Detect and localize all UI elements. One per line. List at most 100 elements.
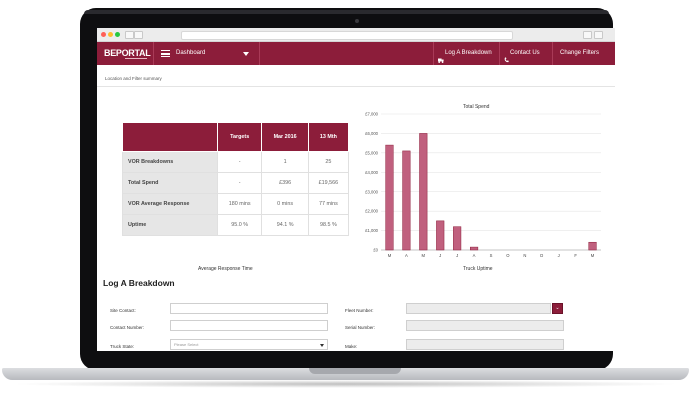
nav-divider (433, 42, 434, 65)
menu-icon-bar (161, 53, 170, 55)
truck-state-select[interactable]: Please Select (170, 339, 328, 350)
total-spend-chart: £0 £1,000 £2,000 £3,000 £4,000 £5,000 £6,000 £7… (365, 112, 601, 258)
serial-number-label: Serial Number: (345, 325, 376, 330)
target-cell: - (216, 151, 263, 173)
month-cell: 1 (261, 151, 309, 173)
browser-chrome (97, 28, 615, 42)
log-breakdown-link[interactable]: Log A Breakdown (445, 50, 492, 56)
y-tick-label: £3,000 (365, 189, 378, 194)
site-contact-input[interactable] (170, 303, 328, 314)
fleet-number-label: Fleet Number: (345, 308, 374, 313)
back-button[interactable] (125, 31, 134, 39)
target-cell: 180 mins (216, 193, 263, 215)
site-contact-label: Site Contact: (110, 308, 136, 313)
table-row: VOR Average Response 180 mins 0 mins 77 … (122, 193, 350, 215)
laptop-shadow (10, 380, 681, 388)
x-tick-label: M (591, 253, 595, 258)
app-logo[interactable]: BEPORTAL (104, 48, 151, 58)
y-tick-label: £7,000 (365, 112, 378, 117)
laptop-screen: BEPORTAL Dashboard Log A Breakdown Conta… (97, 28, 615, 351)
window-close-button[interactable] (101, 32, 106, 37)
y-tick-label: £6,000 (365, 131, 378, 136)
table-header-row: Targets Mar 2016 13 Mth (122, 122, 350, 152)
month-cell: £396 (261, 172, 309, 194)
x-tick-label: D (540, 253, 543, 258)
address-bar[interactable] (181, 31, 513, 40)
year-cell: £19,566 (307, 172, 350, 194)
x-tick-label: A (405, 253, 408, 258)
y-tick-label: £4,000 (365, 170, 378, 175)
bar (588, 241, 597, 251)
y-tick-label: £0 (373, 248, 378, 253)
x-tick-label: O (506, 253, 510, 258)
bar (419, 133, 428, 251)
year-cell: 77 mins (307, 193, 350, 215)
target-cell: 95.0 % (216, 214, 263, 236)
x-tick-label: A (473, 253, 476, 258)
phone-icon (504, 50, 509, 63)
row-label: VOR Average Response (122, 193, 218, 215)
window-minimize-button[interactable] (108, 32, 113, 37)
x-tick-label: J (558, 253, 560, 258)
make-field[interactable] (406, 339, 564, 350)
x-tick-label: J (456, 253, 458, 258)
bar (402, 150, 411, 251)
filter-summary-breadcrumb[interactable]: Location and Filter summary (105, 76, 162, 81)
truck-state-label: Truck State: (110, 344, 135, 349)
divider (97, 86, 615, 87)
header-13-month: 13 Mth (307, 122, 350, 152)
x-tick-label: F (574, 253, 577, 258)
fleet-number-dropdown-button[interactable]: ⌄ (552, 303, 563, 314)
bar (436, 220, 445, 251)
avg-response-title: Average Response Time (198, 266, 253, 272)
window-maximize-button[interactable] (115, 32, 120, 37)
contact-number-input[interactable] (170, 320, 328, 331)
table-row: VOR Breakdowns - 1 25 (122, 151, 350, 173)
y-tick-label: £5,000 (365, 150, 378, 155)
nav-divider (153, 42, 154, 65)
tabs-button[interactable] (594, 31, 603, 39)
row-label: Uptime (122, 214, 218, 236)
bar (470, 246, 479, 251)
chevron-down-icon: ⌄ (555, 305, 560, 311)
laptop-base-notch (309, 368, 401, 374)
header-targets: Targets (216, 122, 263, 152)
laptop-lid-highlight (84, 10, 609, 14)
y-tick-label: £1,000 (365, 228, 378, 233)
x-tick-label: J (439, 253, 441, 258)
x-tick-label: M (422, 253, 426, 258)
row-label: Total Spend (122, 172, 218, 194)
nav-divider (499, 42, 500, 65)
dashboard-dropdown-icon[interactable] (243, 52, 249, 56)
year-cell: 98.5 % (307, 214, 350, 236)
table-row: Total Spend - £396 £19,566 (122, 172, 350, 194)
target-cell: - (216, 172, 263, 194)
share-button[interactable] (583, 31, 592, 39)
fleet-number-select[interactable] (406, 303, 551, 314)
chevron-down-icon (320, 344, 324, 347)
y-tick-label: £2,000 (365, 209, 378, 214)
dashboard-link[interactable]: Dashboard (176, 50, 205, 56)
x-tick-label: M (388, 253, 392, 258)
table-row: Uptime 95.0 % 94.1 % 98.5 % (122, 214, 350, 236)
month-cell: 94.1 % (261, 214, 309, 236)
bar (453, 226, 462, 251)
row-label: VOR Breakdowns (122, 151, 218, 173)
year-cell: 25 (307, 151, 350, 173)
header-month: Mar 2016 (261, 122, 309, 152)
truck-icon (438, 50, 444, 63)
truck-uptime-title: Truck Uptime (463, 266, 493, 272)
serial-number-field[interactable] (406, 320, 564, 331)
change-filters-button[interactable]: Change Filters (560, 50, 599, 56)
forward-button[interactable] (134, 31, 143, 39)
logo-tagline (125, 58, 147, 59)
webcam (355, 19, 359, 23)
month-cell: 0 mins (261, 193, 309, 215)
kpi-table: Targets Mar 2016 13 Mth VOR Breakdowns -… (122, 122, 350, 236)
contact-us-link[interactable]: Contact Us (510, 50, 540, 56)
bar (385, 144, 394, 251)
contact-number-label: Contact Number: (110, 325, 145, 330)
header-blank (122, 122, 218, 152)
truck-state-placeholder: Please Select (174, 342, 199, 347)
nav-divider (259, 42, 260, 65)
